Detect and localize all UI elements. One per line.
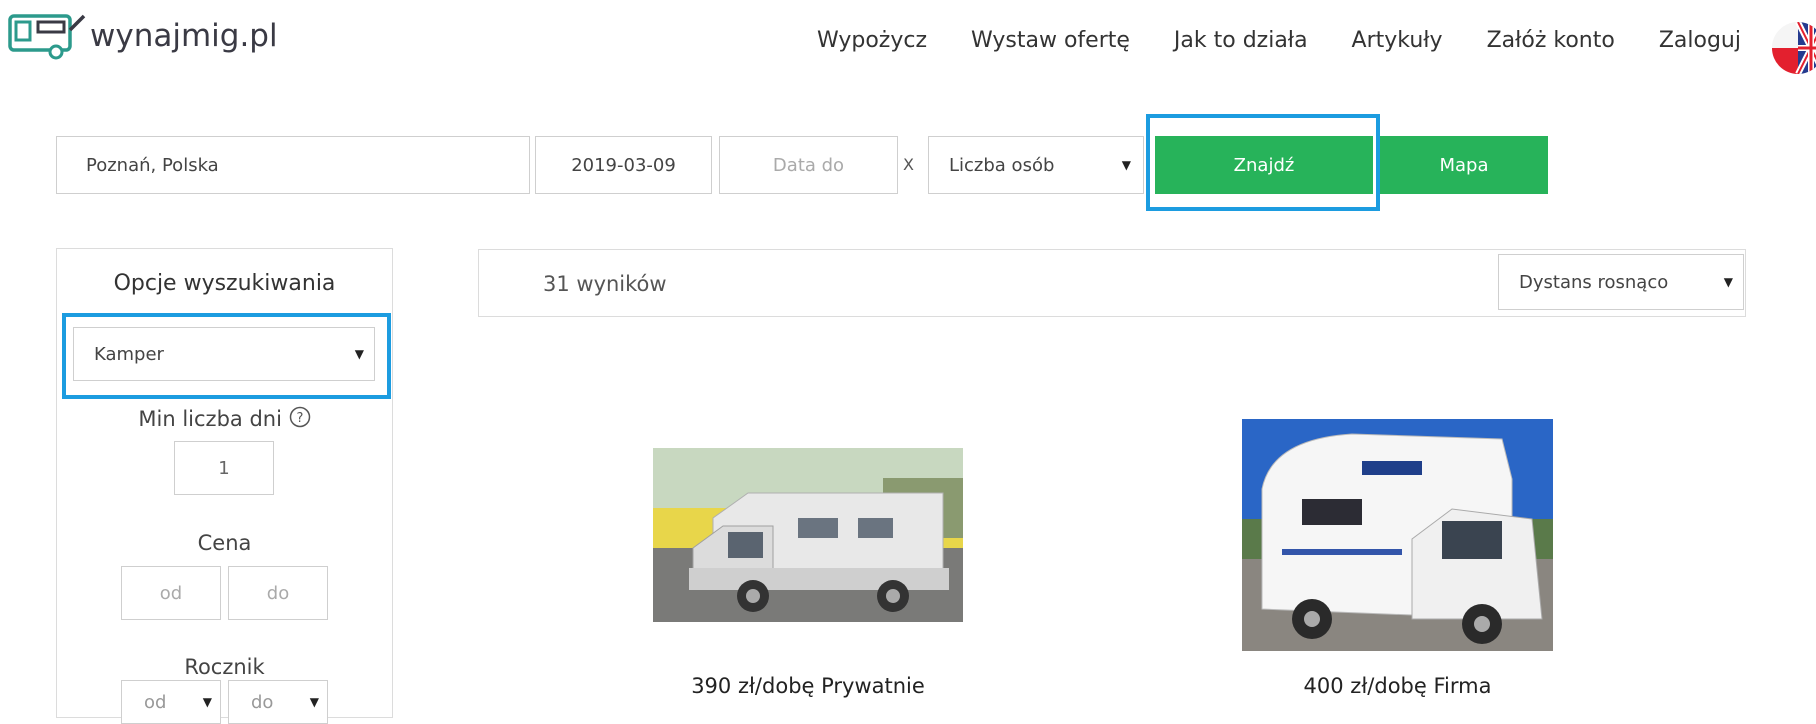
nav-zaloz-konto[interactable]: Załóż konto (1487, 28, 1615, 53)
listing-caption-2[interactable]: 400 zł/dobę Firma (1242, 674, 1553, 698)
results-bar: 31 wyników Dystans rosnąco ▼ (478, 249, 1746, 317)
help-icon[interactable]: ? (289, 406, 311, 428)
date-to-field[interactable] (719, 136, 898, 194)
price-from-input[interactable]: od (121, 566, 221, 620)
date-from-input[interactable] (536, 137, 711, 193)
logo[interactable]: wynajmig.pl (6, 10, 278, 62)
min-days-label-text: Min liczba dni (138, 407, 282, 431)
map-button[interactable]: Mapa (1380, 136, 1548, 194)
svg-text:?: ? (296, 411, 303, 426)
nav-jak-to-dziala[interactable]: Jak to działa (1174, 28, 1308, 53)
nav-wypozycz[interactable]: Wypożycz (817, 28, 927, 53)
min-days-label: Min liczba dni ? (57, 406, 392, 431)
sort-select[interactable]: Dystans rosnąco ▼ (1498, 254, 1744, 310)
sort-select-value: Dystans rosnąco (1519, 271, 1669, 293)
results-count: 31 wyników (543, 272, 667, 296)
vehicle-type-select[interactable]: Kamper ▼ (73, 327, 375, 381)
logo-text: wynajmig.pl (90, 18, 278, 54)
date-to-input[interactable] (720, 137, 897, 193)
listing-image-1[interactable] (653, 448, 963, 622)
caret-down-icon: ▼ (1121, 158, 1131, 172)
price-from-placeholder: od (159, 582, 183, 604)
year-label: Rocznik (184, 655, 265, 679)
nav-artykuly[interactable]: Artykuły (1352, 28, 1443, 53)
persons-select[interactable]: Liczba osób ▼ (928, 136, 1144, 194)
uk-flag-icon[interactable] (1772, 22, 1816, 74)
main-nav: Wypożycz Wystaw ofertę Jak to działa Art… (817, 28, 1741, 53)
price-to-input[interactable]: do (228, 566, 328, 620)
price-to-placeholder: do (266, 582, 290, 604)
year-to-select[interactable]: do ▼ (228, 680, 328, 724)
price-label: Cena (197, 531, 252, 555)
nav-zaloguj[interactable]: Zaloguj (1659, 28, 1741, 53)
min-days-input[interactable]: 1 (174, 441, 274, 495)
date-from-field[interactable] (535, 136, 712, 194)
search-options-title: Opcje wyszukiwania (113, 271, 336, 296)
caret-down-icon: ▼ (354, 347, 364, 361)
caret-down-icon: ▼ (202, 695, 212, 709)
camper-logo-icon (8, 14, 86, 60)
persons-select-value: Liczba osób (949, 154, 1055, 176)
year-to-value: do (251, 691, 274, 713)
caret-down-icon: ▼ (1723, 275, 1733, 289)
location-field[interactable] (56, 136, 530, 194)
find-button-highlight (1146, 114, 1380, 211)
location-input[interactable] (86, 137, 529, 193)
clear-date-button[interactable]: X (903, 155, 914, 174)
nav-wystaw-oferte[interactable]: Wystaw ofertę (971, 28, 1130, 53)
search-options-panel: Opcje wyszukiwania Kamper ▼ Min liczba d… (56, 248, 393, 724)
year-from-select[interactable]: od ▼ (121, 680, 221, 724)
listing-caption-1[interactable]: 390 zł/dobę Prywatnie (653, 674, 963, 698)
listing-image-2[interactable] (1242, 419, 1553, 651)
vehicle-type-value: Kamper (94, 343, 164, 365)
year-from-value: od (144, 691, 167, 713)
caret-down-icon: ▼ (309, 695, 319, 709)
